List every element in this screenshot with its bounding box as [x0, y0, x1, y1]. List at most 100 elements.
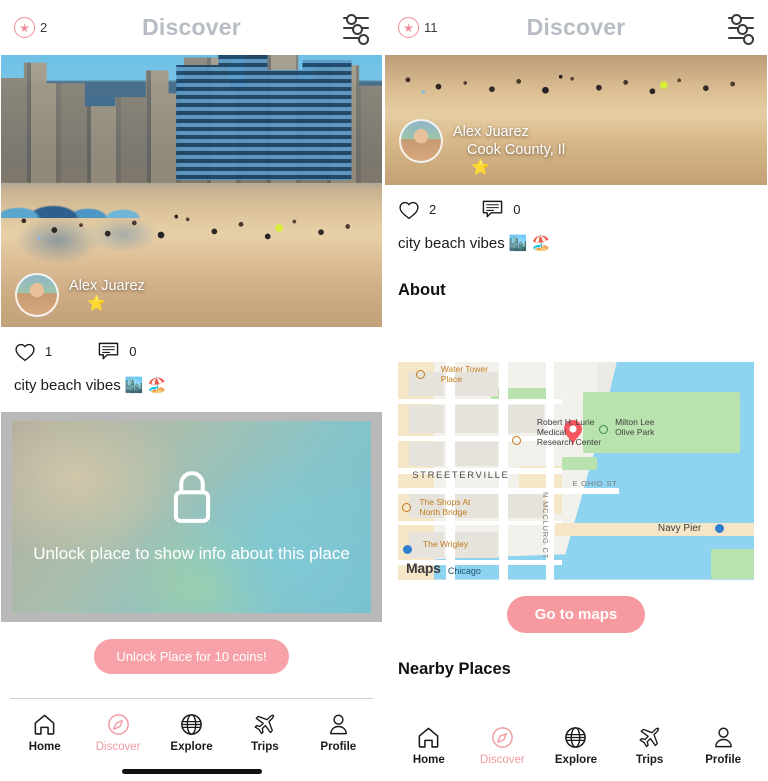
tab-discover-left[interactable]: Discover — [81, 712, 154, 753]
tab-explore-left[interactable]: Explore — [155, 712, 228, 753]
post-author-overlay-right[interactable]: Alex Juarez Cook County, Il ⭐ — [399, 118, 565, 175]
comment-control-left[interactable]: 0 — [97, 341, 136, 362]
home-icon — [418, 727, 439, 748]
place-map[interactable]: Water Tower Place Robert H. Lurie Medica… — [398, 361, 754, 580]
tab-label-explore-right: Explore — [554, 754, 598, 766]
post-photo-right[interactable]: Alex Juarez Cook County, Il ⭐ — [385, 55, 767, 185]
engagement-row-left: 1 0 — [0, 327, 383, 362]
locked-place-message: Unlock place to show info about this pla… — [33, 544, 350, 564]
map-block-3 — [408, 405, 445, 434]
compass-icon — [107, 713, 129, 735]
map-block-7 — [508, 405, 544, 434]
map-block-2 — [454, 372, 498, 397]
tab-label-home-right: Home — [412, 754, 445, 766]
comment-count-right: 0 — [513, 202, 521, 217]
map-park-olive — [583, 392, 740, 454]
poi-dot-navy-pier — [714, 523, 724, 533]
tab-profile-left[interactable]: Profile — [302, 712, 375, 753]
avatar[interactable] — [399, 118, 443, 163]
like-control-left[interactable]: 1 — [14, 342, 52, 362]
author-meta-right: Alex Juarez Cook County, Il ⭐ — [453, 119, 565, 175]
tab-home-right[interactable]: Home — [392, 725, 466, 766]
post-caption-right: city beach vibes 🏙️ 🏖️ — [398, 235, 551, 252]
map-street-h1 — [398, 398, 562, 404]
photo-crowd-detail — [385, 57, 767, 110]
coin-count-right: 11 — [424, 20, 438, 35]
tab-trips-right[interactable]: Trips — [613, 725, 687, 766]
home-icon — [34, 714, 55, 735]
person-icon — [714, 727, 732, 748]
tab-label-profile-left: Profile — [320, 740, 357, 753]
coin-balance-left[interactable]: ★ 2 — [14, 17, 47, 38]
filter-sliders-icon[interactable] — [343, 13, 369, 45]
map-block-9 — [454, 492, 498, 519]
nearby-places-section-body — [384, 679, 768, 713]
compass-icon — [492, 727, 513, 748]
map-block-4 — [454, 405, 498, 434]
comment-control-right[interactable]: 0 — [481, 199, 520, 220]
star-coin-icon: ★ — [398, 17, 419, 38]
map-park-small-3 — [711, 548, 754, 580]
locked-place-card[interactable]: Unlock place to show info about this pla… — [1, 411, 382, 622]
like-control-right[interactable]: 2 — [398, 200, 436, 220]
dual-screen-container: ★ 2 Discover Alex Juarez ⭐ 1 0 city beac… — [0, 0, 768, 781]
nearby-places-section-title: Nearby Places — [398, 659, 511, 678]
top-bar-right: ★ 11 Discover — [384, 0, 768, 55]
heart-icon — [399, 201, 419, 219]
tab-label-discover-left: Discover — [95, 740, 141, 753]
post-photo-left[interactable]: Alex Juarez ⭐ — [1, 55, 382, 327]
lock-icon — [173, 471, 210, 524]
map-pin-icon — [563, 420, 582, 448]
tab-discover-right[interactable]: Discover — [466, 725, 540, 766]
tab-label-profile-right: Profile — [705, 754, 742, 766]
slider-line-1 — [728, 13, 754, 25]
slider-line-2 — [343, 23, 369, 35]
apple-maps-attribution: Maps — [404, 560, 441, 576]
slider-line-3 — [728, 33, 754, 45]
post-caption-left: city beach vibes 🏙️ 🏖️ — [14, 377, 167, 394]
author-meta-left: Alex Juarez ⭐ — [69, 273, 145, 311]
airplane-icon — [254, 713, 275, 734]
post-star-rating-left: ⭐ — [87, 295, 106, 313]
home-indicator-left[interactable] — [121, 768, 262, 774]
poi-dot-water-tower — [415, 370, 425, 380]
poi-dot-lurie — [511, 435, 521, 445]
home-indicator-wrap-left — [0, 761, 383, 781]
slider-line-2 — [728, 23, 754, 35]
post-author-overlay-left[interactable]: Alex Juarez ⭐ — [15, 273, 145, 317]
map-block-12 — [454, 531, 498, 558]
filter-sliders-icon[interactable] — [728, 13, 754, 45]
like-count-left: 1 — [45, 344, 53, 359]
go-to-maps-button[interactable]: Go to maps — [506, 595, 646, 633]
page-title-right: Discover — [526, 14, 626, 40]
map-street-ohio — [398, 487, 619, 494]
tab-profile-right[interactable]: Profile — [686, 725, 760, 766]
tab-bar-left: Home Discover Explore Trips Profile — [0, 699, 383, 761]
screen-unlocked-place: ★ 11 Discover Alex Juarez Cook County, I… — [384, 0, 768, 781]
about-section-title: About — [398, 280, 446, 299]
home-indicator-wrap-right — [384, 774, 768, 781]
top-bar-left: ★ 2 Discover — [0, 0, 383, 55]
tab-label-trips-right: Trips — [635, 754, 664, 766]
tab-label-explore-left: Explore — [170, 740, 213, 753]
tab-home-left[interactable]: Home — [8, 712, 81, 753]
map-street-h3 — [398, 468, 562, 474]
photo-crowd-detail — [1, 191, 382, 262]
globe-icon — [565, 727, 587, 748]
poi-dot-olive-park — [599, 424, 609, 434]
like-count-right: 2 — [429, 202, 437, 217]
map-park-small-2 — [561, 457, 598, 471]
coin-balance-right[interactable]: ★ 11 — [398, 17, 438, 38]
person-icon — [329, 714, 347, 734]
tab-explore-right[interactable]: Explore — [539, 725, 613, 766]
page-title-left: Discover — [142, 14, 241, 40]
tab-trips-left[interactable]: Trips — [228, 712, 301, 753]
slider-line-1 — [343, 13, 369, 25]
tab-label-trips-left: Trips — [251, 740, 279, 753]
globe-icon — [181, 713, 202, 735]
map-block-11 — [408, 531, 445, 558]
author-name-left: Alex Juarez — [69, 278, 145, 294]
unlock-place-button[interactable]: Unlock Place for 10 coins! — [94, 638, 289, 675]
map-block-1 — [408, 372, 445, 397]
avatar[interactable] — [15, 273, 59, 317]
